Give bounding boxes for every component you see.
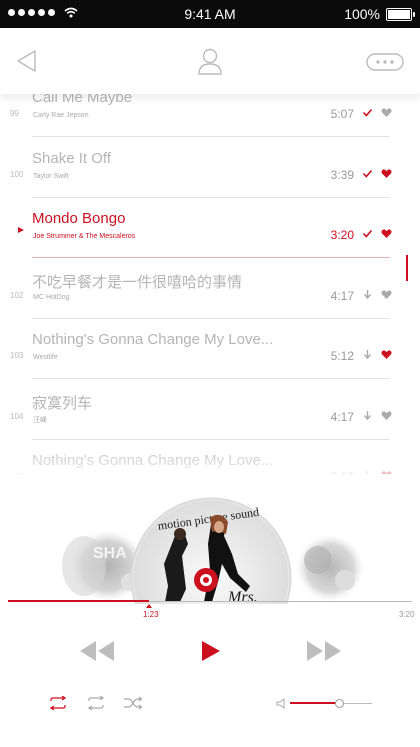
heart-icon[interactable] (381, 168, 392, 179)
track-row[interactable]: 102 不吃早餐才是一件很嘻哈的事情 MC HotDog 4:17 (0, 259, 420, 319)
track-artist: Joe Strummer & The Mescaleros (33, 233, 136, 240)
back-icon[interactable] (14, 48, 40, 74)
list-fade (0, 440, 420, 485)
checkmark-icon[interactable] (362, 168, 373, 179)
heart-icon[interactable] (381, 349, 392, 360)
player-panel: SHA motion picture sound Mrs. 1:23 3:20 (0, 474, 420, 747)
track-title: Shake It Off (32, 149, 111, 167)
track-duration: 4:17 (330, 288, 354, 303)
download-icon[interactable] (362, 289, 373, 300)
rewind-icon[interactable] (78, 639, 116, 663)
repeat-all-icon[interactable] (48, 696, 68, 710)
status-bar: 9:41 AM 100% (0, 0, 420, 28)
scroll-indicator[interactable] (406, 255, 408, 281)
track-title: 不吃早餐才是一件很嘻哈的事情 (32, 273, 243, 291)
track-row[interactable]: Mondo Bongo Joe Strummer & The Mescalero… (0, 198, 420, 258)
checkmark-icon[interactable] (362, 107, 373, 118)
heart-icon[interactable] (381, 410, 392, 421)
navigation-bar (0, 28, 420, 94)
track-artist: MC HotDog (33, 293, 70, 301)
album-carousel[interactable]: SHA motion picture sound Mrs. (0, 474, 420, 604)
shuffle-icon[interactable] (123, 696, 143, 710)
volume-slider-handle[interactable] (335, 699, 345, 708)
heart-icon[interactable] (381, 228, 392, 239)
track-title: Call Me Maybe (32, 94, 133, 106)
track-duration: 3:39 (330, 167, 354, 182)
current-time: 1:23 (143, 610, 159, 619)
checkmark-icon[interactable] (362, 228, 373, 239)
track-title: Mondo Bongo (32, 210, 126, 227)
download-icon[interactable] (362, 410, 373, 421)
heart-icon[interactable] (381, 107, 392, 118)
track-duration: 5:07 (330, 107, 354, 121)
user-icon[interactable] (197, 46, 223, 76)
svg-text:SHA: SHA (93, 545, 127, 562)
track-row[interactable]: 103 Nothing's Gonna Change My Love... We… (0, 319, 420, 379)
track-row[interactable]: 104 寂寞列车 汪峰 4:17 (0, 380, 420, 440)
track-artist: 汪峰 (33, 416, 47, 424)
track-number: 99 (10, 109, 19, 118)
track-row[interactable]: 99 Call Me Maybe Carly Rae Jepsen 5:07 (0, 94, 420, 137)
heart-icon[interactable] (381, 289, 392, 300)
track-number: 103 (10, 351, 24, 360)
track-number: 104 (10, 411, 24, 421)
track-row[interactable]: 100 Shake It Off Taylor Swift 3:39 (0, 138, 420, 198)
album-cover-current[interactable]: motion picture sound Mrs. (130, 497, 292, 604)
track-list[interactable]: 99 Call Me Maybe Carly Rae Jepsen 5:07 1… (0, 94, 420, 474)
battery-icon (386, 7, 415, 21)
volume-icon[interactable] (276, 698, 287, 709)
track-duration: 4:17 (330, 409, 354, 424)
download-icon[interactable] (362, 349, 373, 360)
track-artist: Taylor Swift (33, 172, 69, 180)
track-title: 寂寞列车 (32, 394, 93, 412)
battery-percent: 100% (344, 6, 380, 22)
track-number: 100 (10, 169, 24, 179)
fast-forward-icon[interactable] (305, 639, 343, 663)
now-playing-icon (18, 227, 24, 233)
track-title: Nothing's Gonna Change My Love... (32, 331, 274, 348)
battery-indicator: 100% (344, 6, 415, 22)
repeat-one-icon[interactable] (86, 696, 106, 710)
album-cover-next[interactable] (296, 534, 364, 602)
progress-handle[interactable] (146, 604, 153, 608)
track-duration: 5:12 (330, 349, 354, 363)
play-icon[interactable] (200, 639, 222, 663)
track-artist: Carly Rae Jepsen (33, 112, 89, 119)
volume-slider-fill (290, 702, 340, 704)
track-number: 102 (10, 290, 24, 300)
more-options-icon[interactable] (366, 53, 404, 71)
track-duration: 3:20 (330, 228, 354, 242)
track-artist: Westlife (33, 354, 58, 361)
progress-fill (8, 600, 150, 602)
total-time: 3:20 (399, 610, 415, 619)
